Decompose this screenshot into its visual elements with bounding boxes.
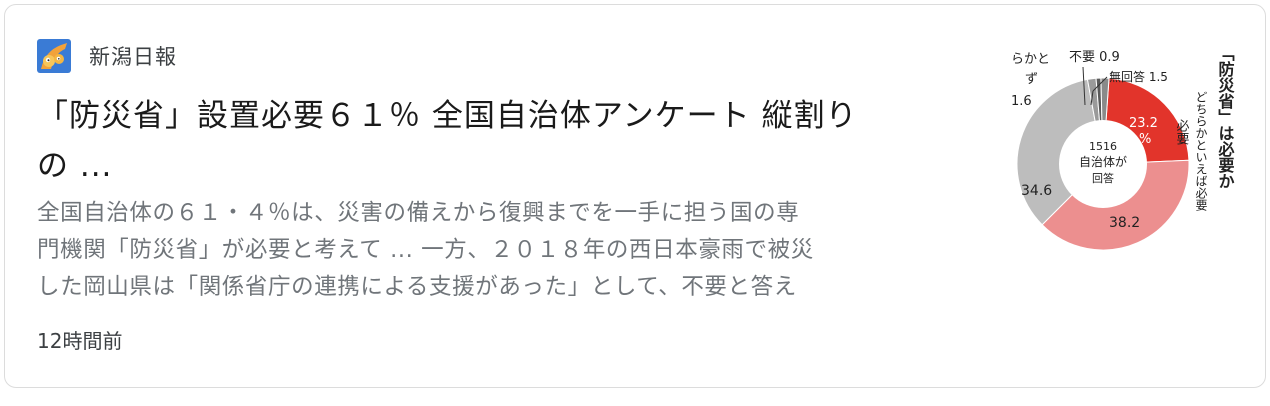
pie-chart: 1516 自治体が 回答 23.2 % 38.2 34.6 不要 0.9 無回答… [1011,45,1236,251]
source-name: 新潟日報 [89,45,177,69]
center-label-2: 自治体が [1079,154,1127,169]
vertical-label-needed: 必要 [1174,119,1190,145]
niigata-nippo-logo-icon [37,39,71,73]
center-label-3: 回答 [1092,171,1114,185]
snippet-line-1: 全国自治体の６１・４％は、災害の備えから復興までを一手に担う国の専 [37,200,800,226]
headline-line-1: 「防災省」設置必要６１％ 全国自治体アンケート 縦割り [37,98,858,134]
label-no-answer: 無回答 1.5 [1109,69,1168,84]
slice-label-needed-unit: % [1139,132,1151,147]
slice-label-somewhat-not: 34.6 [1021,183,1052,199]
slice-label-needed: 23.2 [1129,116,1158,131]
timestamp: 12時間前 [37,329,123,353]
left-label-3: 1.6 [1011,94,1032,109]
left-label-2: ず [1025,72,1038,87]
article-snippet: 全国自治体の６１・４％は、災害の備えから復興までを一手に担う国の専 門機関「防災… [37,195,982,306]
label-not-needed: 不要 0.9 [1069,50,1120,65]
article-thumbnail[interactable]: 1516 自治体が 回答 23.2 % 38.2 34.6 不要 0.9 無回答… [1011,41,1239,267]
news-card[interactable]: 新潟日報 「防災省」設置必要６１％ 全国自治体アンケート 縦割り の ... 全… [4,4,1266,388]
headline-link[interactable]: 「防災省」設置必要６１％ 全国自治体アンケート 縦割り の ... [37,91,982,191]
headline-line-2: の ... [37,148,113,184]
vertical-label-somewhat: どちらかといえば必要 [1194,91,1208,212]
snippet-line-2: 門機関「防災省」が必要と考えて ... 一方、２０１８年の西日本豪雨で被災 [37,237,814,263]
news-source[interactable]: 新潟日報 [37,39,177,73]
left-label-1: らかと [1011,52,1050,67]
center-label-1: 1516 [1089,140,1117,153]
vertical-title: 「防災省」は必要か [1216,45,1236,189]
snippet-line-3: した岡山県は「関係省庁の連携による支援があった」として、不要と答え [37,274,797,300]
slice-label-somewhat-needed: 38.2 [1109,215,1140,231]
